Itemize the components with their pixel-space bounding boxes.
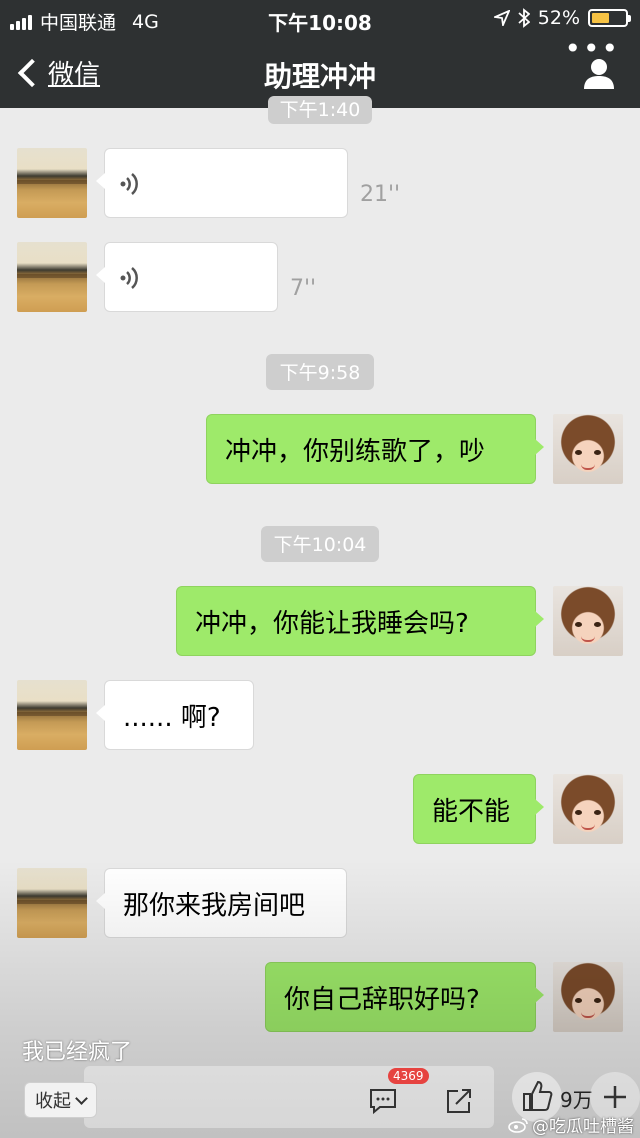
voice-duration: 21'' bbox=[360, 182, 401, 207]
voice-duration: 7'' bbox=[290, 276, 317, 301]
like-count: 9万 bbox=[560, 1088, 593, 1112]
timestamp: 下午10:04 bbox=[261, 526, 379, 562]
back-button[interactable]: 微信 bbox=[16, 54, 100, 91]
text-message[interactable]: 那你来我房间吧 bbox=[96, 868, 347, 938]
avatar[interactable] bbox=[17, 242, 87, 312]
location-icon bbox=[493, 10, 510, 26]
voice-wave-icon bbox=[120, 267, 138, 289]
bluetooth-icon bbox=[518, 8, 530, 28]
weibo-logo-icon bbox=[508, 1117, 528, 1133]
post-caption: 我已经疯了 bbox=[22, 1040, 133, 1065]
profile-icon[interactable] bbox=[582, 56, 616, 90]
text-message[interactable]: 你自己辞职好吗? bbox=[265, 962, 544, 1032]
avatar[interactable] bbox=[17, 680, 87, 750]
share-icon[interactable] bbox=[444, 1086, 474, 1116]
timestamp: 下午1:40 bbox=[268, 96, 372, 124]
timestamp: 下午9:58 bbox=[266, 354, 374, 390]
chevron-left-icon bbox=[17, 58, 47, 87]
text-message[interactable]: 冲冲，你能让我睡会吗? bbox=[176, 586, 544, 656]
collapse-label: 收起 bbox=[35, 1091, 71, 1112]
avatar[interactable] bbox=[553, 586, 623, 656]
comment-count-badge: 4369 bbox=[388, 1068, 429, 1084]
battery-fill bbox=[592, 13, 609, 23]
battery-icon bbox=[588, 9, 631, 27]
status-right: 52% bbox=[493, 7, 631, 29]
voice-message[interactable] bbox=[96, 148, 348, 218]
comment-icon[interactable] bbox=[368, 1086, 398, 1116]
avatar[interactable] bbox=[17, 868, 87, 938]
text-message[interactable]: ...... 啊? bbox=[96, 680, 254, 750]
watermark: @吃瓜吐槽酱 bbox=[508, 1112, 634, 1137]
avatar[interactable] bbox=[17, 148, 87, 218]
status-bar: 中国联通 4G 下午10:08 52% bbox=[0, 0, 640, 38]
text-message[interactable]: 冲冲，你别练歌了，吵 bbox=[206, 414, 544, 484]
watermark-text: @吃瓜吐槽酱 bbox=[532, 1117, 634, 1137]
collapse-button[interactable]: 收起 bbox=[24, 1082, 97, 1118]
back-label: 微信 bbox=[48, 60, 101, 90]
avatar[interactable] bbox=[553, 414, 623, 484]
action-toolbar bbox=[84, 1066, 494, 1128]
voice-message[interactable] bbox=[96, 242, 278, 312]
avatar[interactable] bbox=[553, 774, 623, 844]
chevron-down-icon bbox=[75, 1091, 88, 1105]
battery-percent: 52% bbox=[537, 7, 580, 29]
text-message[interactable]: 能不能 bbox=[413, 774, 544, 844]
voice-wave-icon bbox=[120, 173, 138, 195]
avatar[interactable] bbox=[553, 962, 623, 1032]
